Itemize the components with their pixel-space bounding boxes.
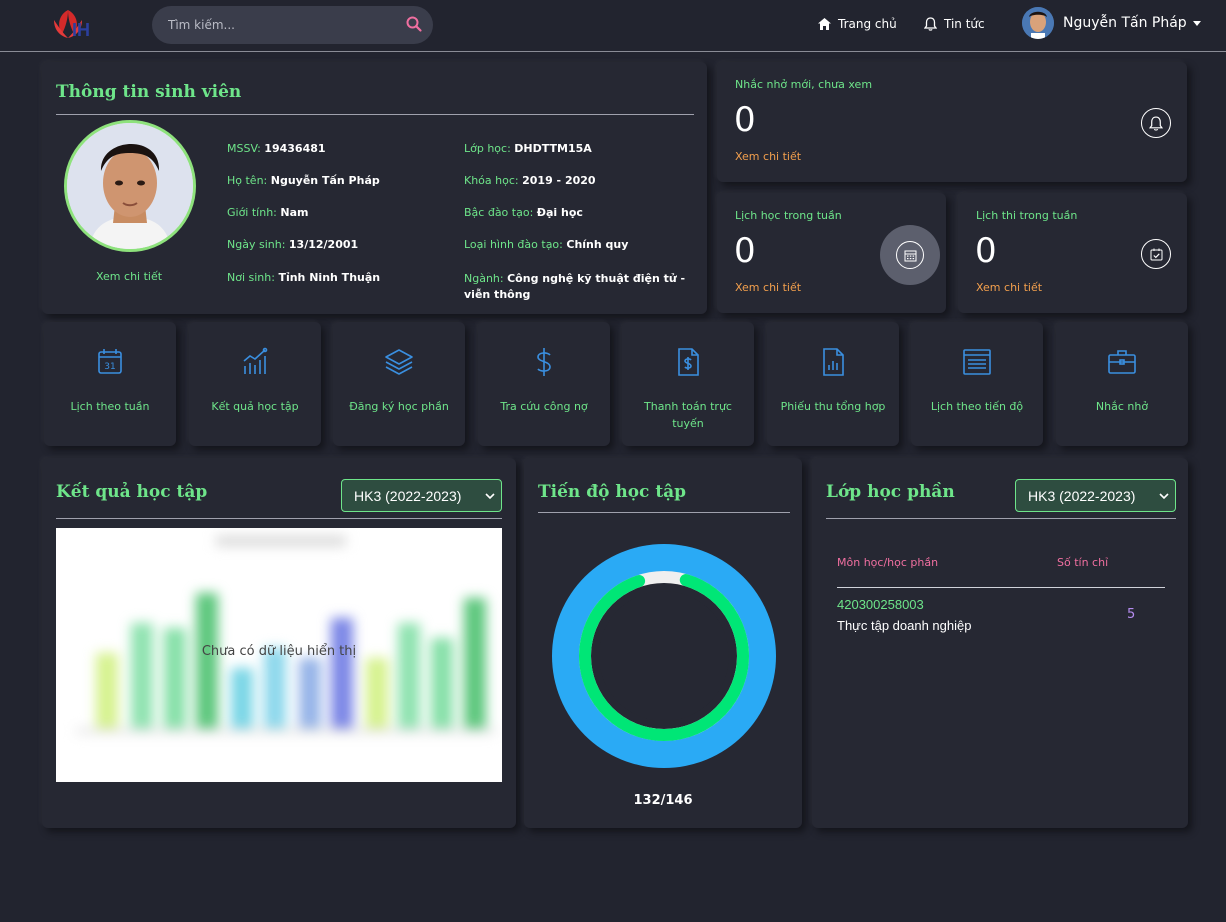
results-semester-select[interactable]: HK3 (2022-2023) xyxy=(341,479,502,512)
home-icon xyxy=(818,18,831,30)
week-schedule-card: Lịch học trong tuần 0 Xem chi tiết xyxy=(717,193,946,313)
quick-link-course-registration[interactable]: Đăng ký học phần xyxy=(333,322,465,446)
quick-link-academic-results[interactable]: Kết quả học tập xyxy=(189,322,321,446)
course-code: 420300258003 xyxy=(837,597,924,612)
quick-link-label: Nhắc nhở xyxy=(1095,400,1149,413)
chevron-down-icon xyxy=(1192,20,1201,26)
week-schedule-button[interactable] xyxy=(880,225,940,285)
quick-link-label: Đăng ký học phần xyxy=(349,400,449,413)
course-name: Thực tập doanh nghiệp xyxy=(837,618,972,633)
title-divider xyxy=(56,518,502,519)
info-class: Lớp học: DHDTTM15A xyxy=(464,142,592,155)
bar-chart-icon xyxy=(239,346,271,378)
study-progress-card: Tiến độ học tập 132/146 xyxy=(524,458,802,828)
quick-link-label: Thanh toán trực tuyến xyxy=(644,400,732,430)
info-training-type: Loại hình đào tạo: Chính quy xyxy=(464,238,629,251)
chevron-down-icon xyxy=(1159,493,1169,500)
progress-donut-chart xyxy=(552,544,776,768)
svg-text:31: 31 xyxy=(104,362,115,372)
quick-link-label: Kết quả học tập xyxy=(211,400,299,413)
classes-semester-select[interactable]: HK3 (2022-2023) xyxy=(1015,479,1176,512)
bell-icon xyxy=(924,17,937,31)
calendar-check-icon[interactable] xyxy=(1141,239,1171,269)
quick-link-reminders[interactable]: Nhắc nhở xyxy=(1056,322,1188,446)
title-divider xyxy=(56,114,694,115)
table-header-divider xyxy=(837,587,1165,588)
svg-text:IH: IH xyxy=(72,20,90,40)
student-info-card: Thông tin sinh viên Xem chi tiết MSSV: 1… xyxy=(42,62,707,314)
info-course: Khóa học: 2019 - 2020 xyxy=(464,174,596,187)
week-schedule-detail-link[interactable]: Xem chi tiết xyxy=(735,281,801,294)
quick-link-label: Lịch theo tiến độ xyxy=(930,400,1024,413)
column-header-subject: Môn học/học phần xyxy=(837,556,939,569)
student-info-title: Thông tin sinh viên xyxy=(56,82,242,102)
reminders-card: Nhắc nhở mới, chưa xem 0 Xem chi tiết xyxy=(717,62,1187,182)
briefcase-icon xyxy=(1106,346,1138,378)
calendar-31-icon: 31 xyxy=(94,346,126,378)
info-gender: Giới tính: Nam xyxy=(227,206,309,219)
results-semester-value: HK3 (2022-2023) xyxy=(341,479,502,512)
course-credits: 5 xyxy=(1127,607,1136,622)
avatar xyxy=(1022,7,1054,39)
school-logo[interactable]: IH xyxy=(46,2,142,44)
quick-link-label: Tra cứu công nợ xyxy=(500,400,588,413)
table-row[interactable]: 420300258003 Thực tập doanh nghiệp 5 xyxy=(837,597,1167,641)
calendar-icon xyxy=(896,241,924,269)
info-mssv: MSSV: 19436481 xyxy=(227,142,326,155)
column-header-credits: Số tín chỉ xyxy=(1057,556,1109,569)
info-degree-level: Bậc đào tạo: Đại học xyxy=(464,206,583,219)
info-birthdate: Ngày sinh: 13/12/2001 xyxy=(227,238,359,251)
bell-icon[interactable] xyxy=(1141,108,1171,138)
info-birthplace: Nơi sinh: Tỉnh Ninh Thuận xyxy=(227,271,381,284)
info-major: Ngành: Công nghệ kỹ thuật điện tử - viễn… xyxy=(464,272,686,301)
week-schedule-count: 0 xyxy=(734,231,756,271)
quick-link-label: Phiếu thu tổng hợp xyxy=(780,400,886,413)
quick-link-label: Lịch theo tuần xyxy=(70,400,150,413)
quick-link-progress-schedule[interactable]: Lịch theo tiến độ xyxy=(911,322,1043,446)
nav-home-label: Trang chủ xyxy=(838,17,897,31)
exam-schedule-card: Lịch thi trong tuần 0 Xem chi tiết xyxy=(958,193,1187,313)
academic-results-title: Kết quả học tập xyxy=(56,482,208,502)
chevron-down-icon xyxy=(485,493,495,500)
quick-link-receipts-summary[interactable]: Phiếu thu tổng hợp xyxy=(767,322,899,446)
search-input[interactable] xyxy=(168,16,388,34)
user-name: Nguyễn Tấn Pháp xyxy=(1063,15,1187,31)
layers-icon xyxy=(383,346,415,378)
dollar-icon xyxy=(528,346,560,378)
title-divider xyxy=(538,512,790,513)
study-progress-title: Tiến độ học tập xyxy=(538,482,687,502)
classes-semester-value: HK3 (2022-2023) xyxy=(1015,479,1176,512)
exam-schedule-count: 0 xyxy=(975,231,997,271)
progress-value: 132/146 xyxy=(633,793,693,808)
exam-schedule-label: Lịch thi trong tuần xyxy=(976,209,1078,222)
reminders-count: 0 xyxy=(734,100,756,140)
academic-results-card: Kết quả học tập HK3 (2022-2023) Chưa có … xyxy=(42,458,516,828)
top-navbar: IH Trang chủ Tin tức Nguyễn Tấn Pháp xyxy=(0,0,1226,52)
student-photo xyxy=(64,120,196,252)
course-sections-card: Lớp học phần HK3 (2022-2023) Môn học/học… xyxy=(812,458,1188,828)
chart-empty-message: Chưa có dữ liệu hiển thị xyxy=(201,644,357,659)
nav-news-label: Tin tức xyxy=(944,17,985,31)
quick-link-weekly-schedule[interactable]: 31 Lịch theo tuần xyxy=(44,322,176,446)
list-icon xyxy=(961,346,993,378)
quick-link-debt-lookup[interactable]: Tra cứu công nợ xyxy=(478,322,610,446)
info-full-name: Họ tên: Nguyễn Tấn Pháp xyxy=(227,174,380,187)
exam-schedule-detail-link[interactable]: Xem chi tiết xyxy=(976,281,1042,294)
user-menu[interactable]: Nguyễn Tấn Pháp xyxy=(1022,7,1201,39)
quick-link-online-payment[interactable]: Thanh toán trực tuyến xyxy=(622,322,754,446)
results-chart-placeholder: Chưa có dữ liệu hiển thị xyxy=(56,528,502,782)
reminders-detail-link[interactable]: Xem chi tiết xyxy=(735,150,801,163)
student-detail-link[interactable]: Xem chi tiết xyxy=(96,270,162,283)
reminders-label: Nhắc nhở mới, chưa xem xyxy=(735,78,873,91)
invoice-icon xyxy=(672,346,704,378)
report-icon xyxy=(817,346,849,378)
course-sections-title: Lớp học phần xyxy=(826,482,955,502)
title-divider xyxy=(826,518,1176,519)
progress-center xyxy=(599,591,729,721)
search-box xyxy=(152,6,433,44)
nav-home-link[interactable]: Trang chủ xyxy=(818,14,897,34)
nav-news-link[interactable]: Tin tức xyxy=(924,14,985,34)
week-schedule-label: Lịch học trong tuần xyxy=(735,209,842,222)
search-icon[interactable] xyxy=(405,15,423,33)
